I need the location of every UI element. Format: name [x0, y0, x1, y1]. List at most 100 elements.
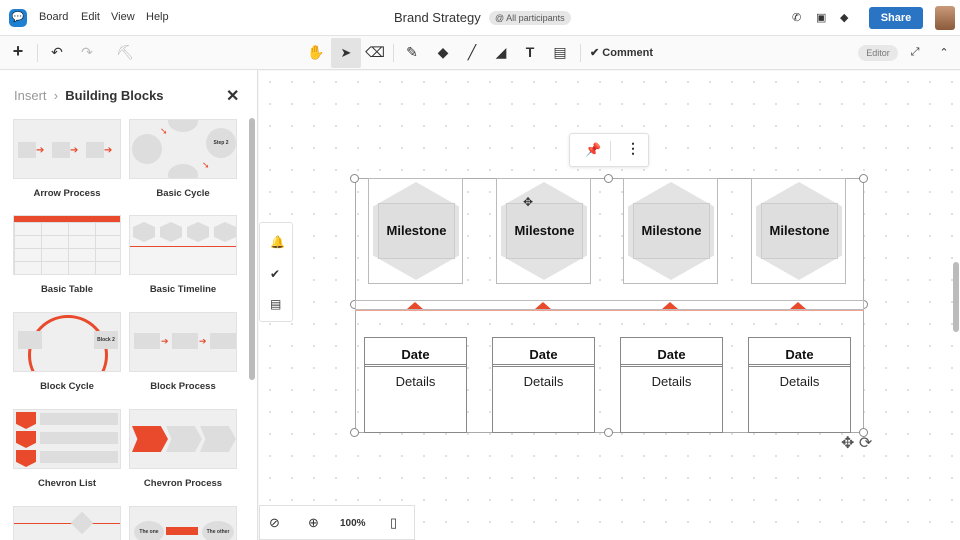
menu-edit[interactable]: Edit	[81, 11, 100, 23]
avatar[interactable]	[935, 6, 955, 30]
block-label-arrow-process: Arrow Process	[33, 188, 101, 199]
sticky-note-icon[interactable]: ▤	[550, 44, 570, 61]
menu-help[interactable]: Help	[146, 11, 169, 23]
resize-handle[interactable]	[350, 174, 359, 183]
thumb-bar	[40, 413, 118, 425]
panel-scrollbar[interactable]	[249, 118, 255, 380]
thumb-oval-other: The other	[202, 521, 234, 540]
comment-button[interactable]: ✔ Comment	[590, 46, 653, 59]
block-label-basic-timeline: Basic Timeline	[149, 284, 217, 295]
redo-icon[interactable]: ↷	[77, 44, 97, 61]
eraser-icon[interactable]: ⌫	[365, 44, 385, 61]
thumb-bar	[40, 432, 118, 444]
thumb-chevron	[166, 426, 202, 452]
undo-icon[interactable]: ↶	[47, 44, 67, 61]
pin-icon[interactable]: 📌	[585, 142, 601, 158]
check-circle-icon[interactable]: ✔	[270, 267, 280, 281]
thumb-arrow-icon: ➔	[104, 145, 113, 156]
thumb-hex	[214, 222, 236, 242]
share-label: Share	[880, 12, 912, 24]
milestone-card[interactable]: Milestone	[368, 178, 463, 284]
block-label-block-process: Block Process	[150, 381, 216, 392]
highlighter-icon[interactable]: ◆	[433, 44, 453, 61]
date-card[interactable]: Date Details	[364, 337, 467, 433]
chat-icon[interactable]: ◆	[840, 11, 848, 24]
hand-tool-icon[interactable]: ✋	[306, 44, 326, 61]
resize-handle[interactable]	[350, 428, 359, 437]
toolbar-divider	[580, 44, 581, 62]
date-card[interactable]: Date Details	[492, 337, 595, 433]
thumb-diamond	[70, 511, 94, 535]
resize-handle[interactable]	[859, 174, 868, 183]
app-logo-icon[interactable]: 💬	[9, 9, 27, 27]
thumb-chevron	[132, 426, 168, 452]
block-tile-block-process[interactable]: ➔ ➔	[129, 312, 237, 372]
move-icon[interactable]: ✥	[841, 435, 854, 452]
breadcrumb: Insert › Building Blocks	[14, 88, 164, 103]
present-icon[interactable]: ▣	[816, 11, 826, 24]
building-blocks-panel: Insert › Building Blocks ✕ ➔ ➔ ➔ Arrow P…	[0, 70, 258, 540]
block-tile-partial[interactable]	[13, 506, 121, 540]
toolbar: + ↶ ↷ ⛏ ✋ ➤ ⌫ ✎ ◆ ╱ ◢ T ▤ ✔ Comment Edit…	[0, 36, 960, 70]
block-tile-basic-timeline[interactable]	[129, 215, 237, 275]
breadcrumb-current: Building Blocks	[65, 88, 164, 103]
thumb-arrow-icon: ➔	[199, 336, 207, 346]
thumb-arrow-icon: ➘	[202, 160, 210, 170]
board-title[interactable]: Brand Strategy	[394, 10, 481, 25]
format-painter-icon[interactable]: ⛏	[115, 44, 135, 61]
participants-badge[interactable]: @ All participants	[489, 11, 571, 25]
menu-view[interactable]: View	[111, 11, 135, 23]
milestone-card[interactable]: Milestone	[623, 178, 718, 284]
resize-handle[interactable]	[604, 428, 613, 437]
notes-icon[interactable]: ▤	[270, 297, 281, 311]
bell-icon[interactable]: 🔔	[270, 235, 285, 249]
thumb-arrow-icon: ➔	[70, 145, 79, 156]
milestone-card[interactable]: Milestone	[496, 178, 591, 284]
thumb-box	[18, 142, 36, 158]
zoom-icon[interactable]: ⊕	[308, 515, 319, 531]
menu-board[interactable]: Board	[39, 11, 68, 23]
block-tile-basic-table[interactable]	[13, 215, 121, 275]
block-tile-basic-cycle[interactable]: Step 2 ➘ ➘	[129, 119, 237, 179]
block-tile-arrow-process[interactable]: ➔ ➔ ➔	[13, 119, 121, 179]
collapse-icon[interactable]: ⌃	[934, 46, 954, 59]
rotate-icon[interactable]: ⟳	[859, 435, 872, 452]
thumb-chevron	[16, 450, 36, 467]
block-tile-block-cycle[interactable]: Block 2	[13, 312, 121, 372]
date-card[interactable]: Date Details	[748, 337, 851, 433]
close-icon[interactable]: ✕	[226, 86, 239, 106]
block-label-block-cycle: Block Cycle	[40, 381, 94, 392]
phone-icon[interactable]: ✆	[792, 11, 801, 24]
block-tile-chevron-process[interactable]	[129, 409, 237, 469]
mouse-icon[interactable]: ▯	[390, 515, 397, 531]
milestone-card[interactable]: Milestone	[751, 178, 846, 284]
block-label-chevron-process: Chevron Process	[143, 478, 223, 489]
thumb-box	[52, 142, 70, 158]
zoom-level[interactable]: 100%	[340, 518, 366, 529]
add-icon[interactable]: +	[8, 41, 28, 62]
date-card[interactable]: Date Details	[620, 337, 723, 433]
shapes-icon[interactable]: ◢	[491, 44, 511, 61]
select-tool-icon[interactable]: ➤	[331, 38, 361, 68]
share-button[interactable]: Share	[869, 7, 923, 29]
timeline-marker-icon	[535, 302, 551, 309]
block-label-chevron-list: Chevron List	[37, 478, 97, 489]
resize-handle[interactable]	[604, 174, 613, 183]
canvas-scrollbar[interactable]	[953, 262, 959, 332]
date-details: Details	[779, 374, 820, 389]
timeline-line	[355, 310, 864, 311]
block-tile-partial[interactable]: The one The other	[129, 506, 237, 540]
timeline-strip[interactable]	[355, 300, 864, 310]
compass-icon[interactable]: ⊘	[269, 515, 280, 531]
milestone-label: Milestone	[514, 223, 575, 238]
text-icon[interactable]: T	[520, 44, 540, 60]
block-tile-chevron-list[interactable]	[13, 409, 121, 469]
fullscreen-icon[interactable]: ⤢	[905, 46, 925, 59]
line-icon[interactable]: ╱	[462, 44, 482, 61]
more-icon[interactable]: ⋮	[626, 140, 640, 157]
thumb-box	[18, 331, 42, 349]
pen-icon[interactable]: ✎	[402, 44, 422, 61]
breadcrumb-insert[interactable]: Insert	[14, 88, 47, 103]
thumb-box	[134, 333, 160, 349]
editor-badge[interactable]: Editor	[858, 45, 898, 61]
